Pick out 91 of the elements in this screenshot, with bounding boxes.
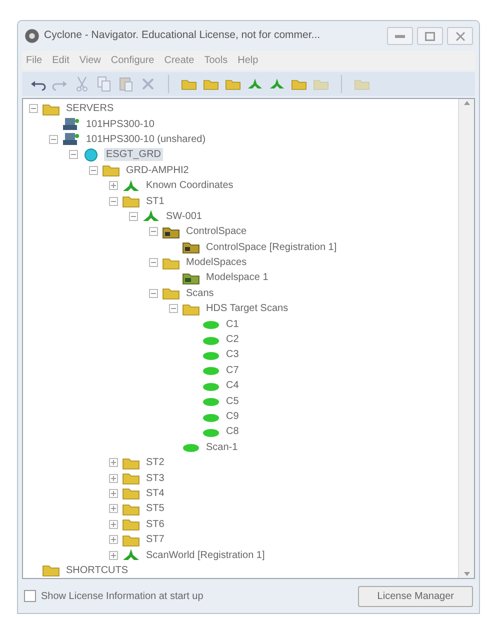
tree-item[interactable]: C3 (224, 348, 241, 362)
collapse-icon[interactable] (49, 134, 58, 144)
tree-item[interactable]: GRD-AMPHI2 (124, 164, 191, 177)
menu-item[interactable]: Create (164, 53, 194, 68)
folder-icon (42, 563, 60, 578)
expand-icon[interactable] (109, 535, 118, 544)
folder-icon (122, 502, 140, 516)
tripod-icon (122, 548, 140, 562)
collapse-icon[interactable] (109, 196, 118, 206)
license-manager-button[interactable]: License Manager (358, 586, 473, 606)
menu-item[interactable]: Help (238, 53, 258, 68)
tree-item[interactable]: ModelSpaces (184, 256, 249, 270)
tree-item[interactable]: 101HPS300-10 (84, 118, 156, 131)
tree-item[interactable]: C1 (224, 318, 241, 331)
collapse-icon[interactable] (149, 227, 158, 236)
tree-item[interactable]: ScanWorld [Registration 1] (144, 548, 267, 562)
folder-icon (162, 286, 180, 300)
scrollbar[interactable] (458, 99, 474, 578)
scroll-up-icon[interactable] (462, 99, 470, 107)
collapse-icon[interactable] (129, 212, 138, 221)
maximize-button[interactable] (417, 27, 443, 45)
expand-icon[interactable] (109, 488, 118, 498)
tripod-icon (142, 209, 160, 224)
collapse-icon[interactable] (89, 166, 98, 175)
tree-item[interactable]: HDS Target Scans (204, 302, 290, 316)
expand-icon[interactable] (109, 474, 118, 483)
tree-item[interactable]: C4 (224, 379, 241, 392)
maximize-icon (425, 32, 435, 40)
expand-icon[interactable] (109, 520, 118, 529)
tripod-icon (122, 178, 140, 193)
tree-item[interactable]: Scan-1 (204, 440, 240, 454)
tree-item[interactable]: SHORTCUTS (64, 564, 130, 577)
collapse-icon[interactable] (69, 150, 78, 160)
app-icon (24, 28, 40, 44)
checkbox-label: Show License Information at start up (41, 590, 204, 604)
menu-item[interactable]: View (79, 53, 101, 68)
collapse-icon[interactable] (149, 258, 158, 268)
tree-item[interactable]: ST4 (144, 486, 166, 500)
folder-icon (122, 486, 140, 500)
tree-item[interactable]: ST5 (144, 502, 166, 516)
folder-icon (122, 471, 140, 486)
folder-icon (162, 256, 180, 270)
folder-icon (122, 194, 140, 208)
tree-item[interactable]: ST7 (144, 533, 166, 546)
tree-item[interactable]: C2 (224, 333, 241, 346)
expand-icon[interactable] (109, 181, 118, 190)
tree-item[interactable]: C8 (224, 425, 241, 438)
close-button[interactable] (447, 27, 473, 45)
menu-item[interactable]: File (26, 53, 42, 68)
globe-icon (82, 148, 100, 162)
tree-item[interactable]: C7 (224, 364, 241, 377)
minimize-button[interactable] (387, 27, 413, 45)
tree-item[interactable]: C9 (224, 410, 241, 423)
tree-item[interactable]: 101HPS300-10 (unshared) (84, 132, 208, 146)
expand-icon[interactable] (109, 504, 118, 514)
scroll-down-icon[interactable] (462, 570, 470, 578)
menu-item[interactable]: Configure (110, 53, 154, 68)
tree-item[interactable]: SW-001 (164, 210, 204, 223)
tree-item[interactable]: ST1 (144, 194, 166, 208)
tree-item[interactable]: ST2 (144, 456, 166, 470)
model-folder-icon (182, 270, 200, 285)
tree-item[interactable]: Known Coordinates (144, 179, 236, 192)
collapse-icon[interactable] (29, 104, 38, 114)
tree-item[interactable]: ControlSpace [Registration 1] (204, 240, 339, 254)
tree-item[interactable]: ESGT_GRD (104, 148, 164, 162)
checkbox[interactable] (24, 590, 36, 602)
tree-item[interactable]: C5 (224, 394, 241, 408)
folder-icon (182, 302, 200, 316)
collapse-icon[interactable] (169, 304, 178, 314)
tree-item[interactable]: Scans (184, 286, 216, 300)
tree-item[interactable]: ControlSpace (184, 225, 249, 238)
computer-icon (62, 117, 80, 132)
window-title: Cyclone - Navigator. Educational License, not for commer... (44, 28, 322, 44)
menu-item[interactable]: Tools (204, 53, 228, 68)
tree-item[interactable]: ST3 (144, 472, 166, 485)
control-folder-icon (162, 224, 180, 239)
expand-icon[interactable] (109, 458, 118, 468)
expand-icon[interactable] (109, 550, 118, 560)
minimize-icon (395, 34, 405, 38)
menu-item[interactable]: Edit (52, 53, 70, 68)
tree-item[interactable]: SERVERS (64, 102, 116, 116)
folder-icon (122, 517, 140, 532)
control-folder-icon (182, 240, 200, 254)
folder-icon (122, 532, 140, 547)
tree-item[interactable]: Modelspace 1 (204, 271, 270, 284)
folder-icon (42, 102, 60, 116)
folder-icon (122, 456, 140, 470)
tree-item[interactable]: ST6 (144, 518, 166, 531)
close-icon (456, 32, 464, 40)
collapse-icon[interactable] (149, 288, 158, 298)
computer-icon (62, 132, 80, 146)
